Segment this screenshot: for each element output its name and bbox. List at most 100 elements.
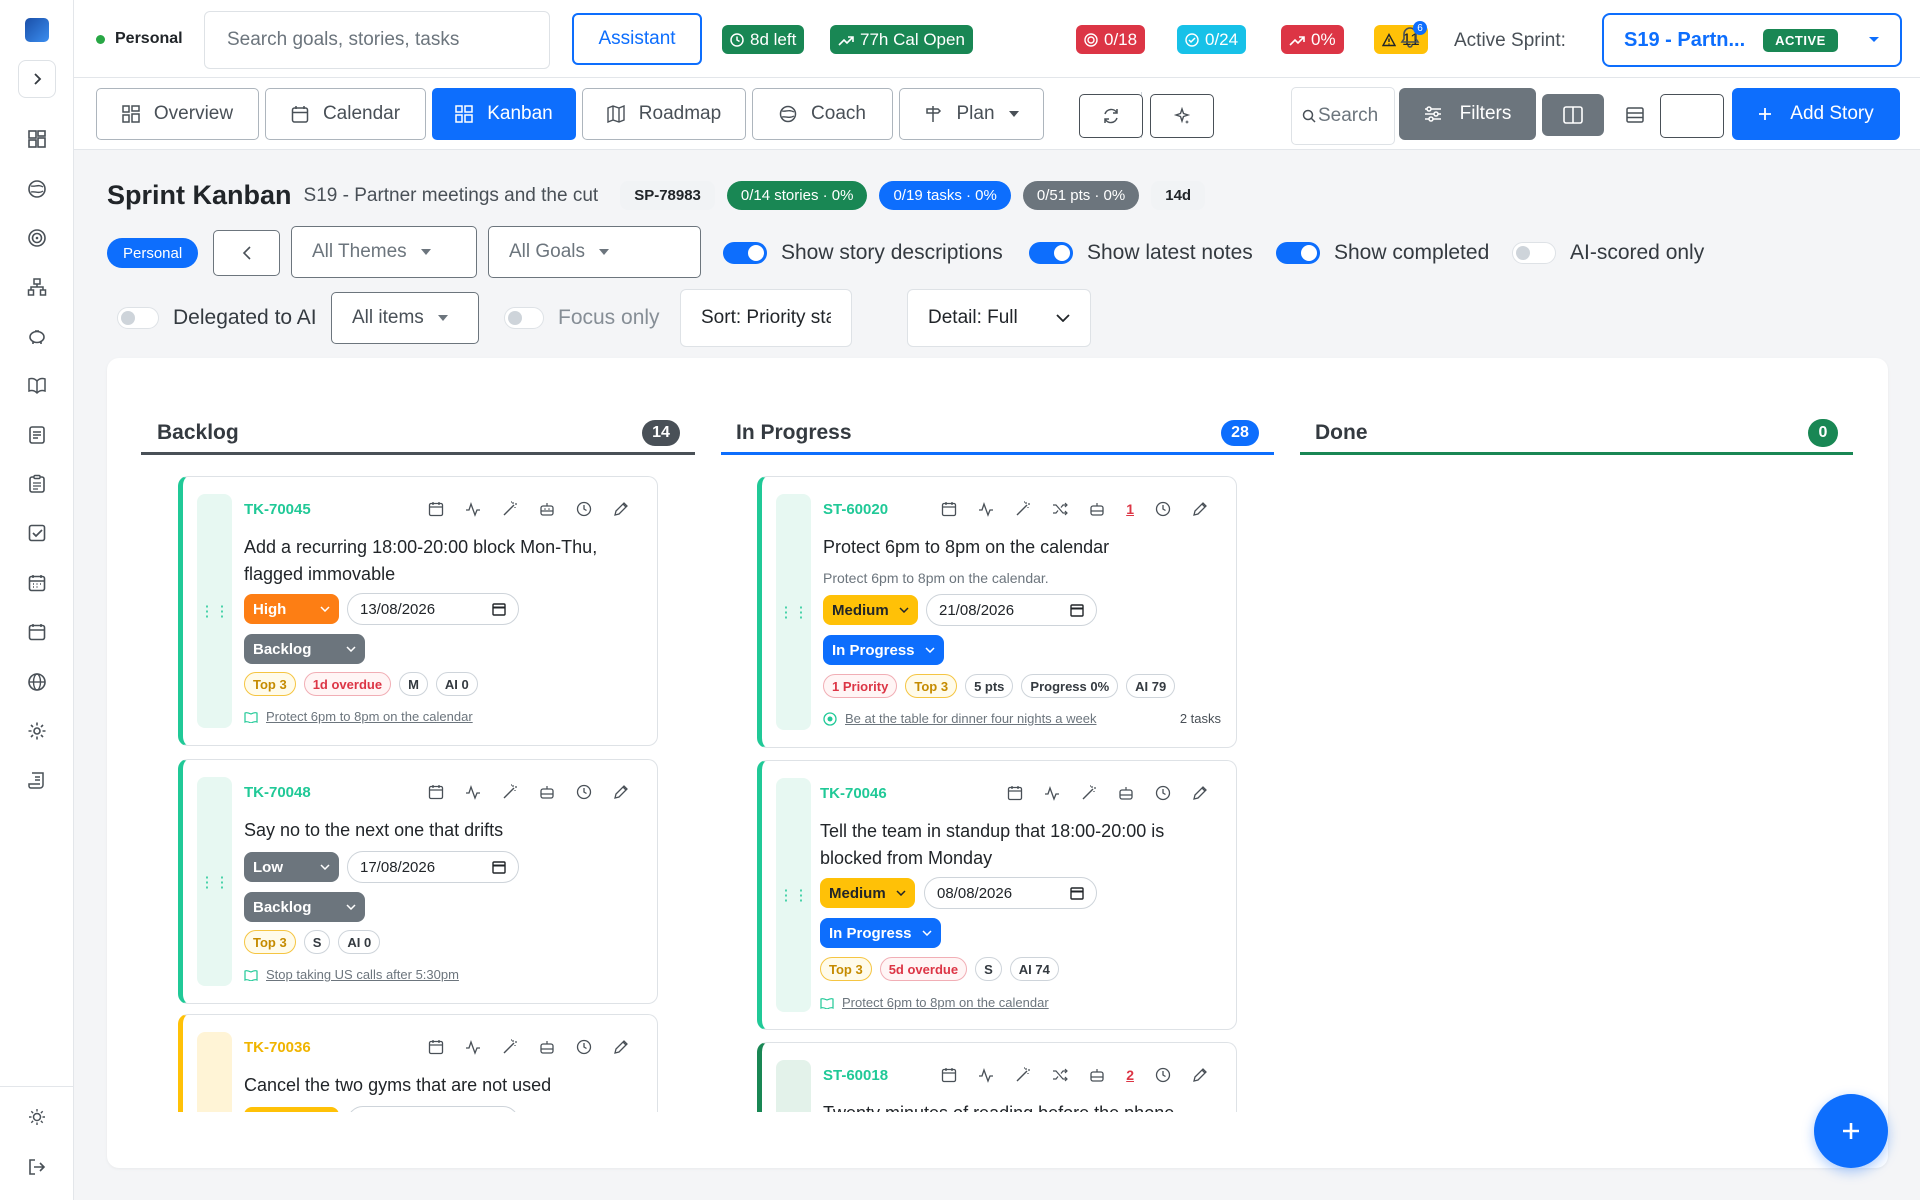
due-date-input[interactable]: 21/08/2026 xyxy=(926,594,1097,626)
activity-icon[interactable] xyxy=(978,501,994,517)
pencil-icon[interactable] xyxy=(613,784,629,800)
shuffle-icon[interactable] xyxy=(1052,1067,1069,1083)
parent-link[interactable]: Protect 6pm to 8pm on the calendar xyxy=(820,995,1049,1010)
robot-icon[interactable] xyxy=(539,501,555,517)
magic-wand-icon[interactable] xyxy=(1081,785,1097,801)
theme-toggle-button[interactable] xyxy=(25,1105,49,1129)
drag-handle[interactable] xyxy=(776,1060,811,1112)
show-notes-toggle[interactable]: Show latest notes xyxy=(1029,241,1253,265)
drag-handle[interactable]: ⋮⋮ xyxy=(197,777,232,986)
card-code[interactable]: TK-70048 xyxy=(244,784,311,801)
notifications-button[interactable]: 6 xyxy=(1400,21,1427,48)
magic-wand-icon[interactable] xyxy=(502,501,518,517)
robot-icon[interactable] xyxy=(1118,785,1134,801)
clock-icon[interactable] xyxy=(576,784,592,800)
switch-off[interactable] xyxy=(1512,242,1556,264)
view-list-button[interactable] xyxy=(1604,94,1666,136)
switch-off[interactable] xyxy=(117,307,159,329)
calendar-add-icon[interactable] xyxy=(1007,785,1023,801)
ai-magic-button[interactable] xyxy=(1150,94,1214,138)
card[interactable]: ST-60018 2 Twenty minutes of reading bef… xyxy=(757,1042,1237,1112)
alert-count[interactable]: 1 xyxy=(1126,501,1134,517)
sidebar-item-clipboard[interactable] xyxy=(25,472,49,496)
calendar-open-pill[interactable]: 77h Cal Open xyxy=(830,25,973,54)
clock-icon[interactable] xyxy=(576,501,592,517)
show-completed-toggle[interactable]: Show completed xyxy=(1276,241,1489,265)
sidebar-item-goals[interactable] xyxy=(25,226,49,250)
goals-progress-pill[interactable]: 0/18 xyxy=(1076,25,1146,54)
priority-dropdown[interactable]: Low xyxy=(244,852,339,882)
robot-icon[interactable] xyxy=(1089,501,1105,517)
calendar-add-icon[interactable] xyxy=(428,1039,444,1055)
sidebar-item-settings[interactable] xyxy=(25,719,49,743)
sidebar-item-schedule[interactable] xyxy=(25,620,49,644)
magic-wand-icon[interactable] xyxy=(502,1039,518,1055)
priority-dropdown[interactable] xyxy=(244,1107,339,1112)
magic-wand-icon[interactable] xyxy=(502,784,518,800)
show-descriptions-toggle[interactable]: Show story descriptions xyxy=(723,241,1003,265)
activity-icon[interactable] xyxy=(465,784,481,800)
assistant-button[interactable]: Assistant xyxy=(572,13,702,65)
add-story-button[interactable]: Add Story xyxy=(1732,88,1900,140)
status-dropdown[interactable]: Backlog xyxy=(244,892,365,922)
global-search-input[interactable] xyxy=(204,11,550,69)
card-code[interactable]: TK-70045 xyxy=(244,501,311,518)
magic-wand-icon[interactable] xyxy=(1015,501,1031,517)
calendar-add-icon[interactable] xyxy=(941,1067,957,1083)
card[interactable]: TK-70036 Cancel the two gyms that are no… xyxy=(178,1014,658,1112)
card-title[interactable]: Cancel the two gyms that are not used xyxy=(244,1072,644,1099)
card-title[interactable]: Say no to the next one that drifts xyxy=(244,817,644,844)
card-title[interactable]: Twenty minutes of reading before the pho… xyxy=(823,1100,1223,1112)
sprint-selector[interactable]: S19 - Partn... ACTIVE xyxy=(1602,13,1902,67)
activity-icon[interactable] xyxy=(978,1067,994,1083)
due-date-input[interactable]: 13/08/2026 xyxy=(347,593,519,625)
sidebar-item-tasks[interactable] xyxy=(25,521,49,545)
items-dropdown[interactable]: All items xyxy=(331,292,479,344)
magic-wand-icon[interactable] xyxy=(1015,1067,1031,1083)
parent-link[interactable]: Stop taking US calls after 5:30pm xyxy=(244,967,459,982)
sidebar-item-logs[interactable] xyxy=(25,768,49,792)
sidebar-item-finance[interactable] xyxy=(25,324,49,348)
card[interactable]: ⋮⋮ TK-70048 Say no to the next one that … xyxy=(178,759,658,1004)
activity-icon[interactable] xyxy=(465,1039,481,1055)
tab-overview[interactable]: Overview xyxy=(96,88,259,140)
persona-badge[interactable]: Personal xyxy=(107,238,199,268)
status-dropdown[interactable]: Backlog xyxy=(244,634,365,664)
goals-dropdown[interactable]: All Goals xyxy=(488,226,701,278)
activity-icon[interactable] xyxy=(465,501,481,517)
calendar-add-icon[interactable] xyxy=(941,501,957,517)
sidebar-expand-button[interactable] xyxy=(18,60,56,98)
switch-on[interactable] xyxy=(1029,242,1073,264)
switch-on[interactable] xyxy=(723,242,767,264)
ai-scored-toggle[interactable]: AI-scored only xyxy=(1512,241,1704,265)
tasks-progress-pill[interactable]: 0/24 xyxy=(1177,25,1247,54)
focus-only-toggle[interactable]: Focus only xyxy=(504,306,660,330)
quick-add-button[interactable] xyxy=(1814,1094,1888,1168)
sidebar-item-hierarchy[interactable] xyxy=(25,275,49,299)
due-date-input[interactable]: 08/08/2026 xyxy=(924,877,1097,909)
workspace-indicator[interactable]: Personal xyxy=(96,30,183,48)
pencil-icon[interactable] xyxy=(613,1039,629,1055)
switch-on[interactable] xyxy=(1276,242,1320,264)
drag-handle[interactable] xyxy=(197,1032,232,1112)
status-dropdown[interactable]: In Progress xyxy=(820,918,941,948)
card[interactable]: ⋮⋮ TK-70046 Tell the team in standup tha… xyxy=(757,760,1237,1030)
drag-handle[interactable]: ⋮⋮ xyxy=(776,778,811,1012)
board-search-input[interactable]: Search xyxy=(1291,87,1395,145)
alert-count[interactable]: 2 xyxy=(1126,1067,1134,1083)
card-title[interactable]: Protect 6pm to 8pm on the calendar xyxy=(823,534,1223,561)
logout-button[interactable] xyxy=(25,1155,49,1179)
robot-icon[interactable] xyxy=(1089,1067,1105,1083)
sidebar-item-themes[interactable] xyxy=(25,177,49,201)
app-logo[interactable] xyxy=(25,18,49,42)
pencil-icon[interactable] xyxy=(613,501,629,517)
priority-dropdown[interactable]: Medium xyxy=(820,878,915,908)
drag-handle[interactable]: ⋮⋮ xyxy=(197,494,232,728)
switch-off[interactable] xyxy=(504,307,544,329)
card[interactable]: ⋮⋮ TK-70045 Add a recurring 18:00-20:00 … xyxy=(178,476,658,746)
refresh-button[interactable] xyxy=(1079,94,1143,138)
activity-icon[interactable] xyxy=(1044,785,1060,801)
drag-handle[interactable]: ⋮⋮ xyxy=(776,494,811,730)
tab-plan[interactable]: Plan xyxy=(899,88,1044,140)
robot-icon[interactable] xyxy=(539,1039,555,1055)
